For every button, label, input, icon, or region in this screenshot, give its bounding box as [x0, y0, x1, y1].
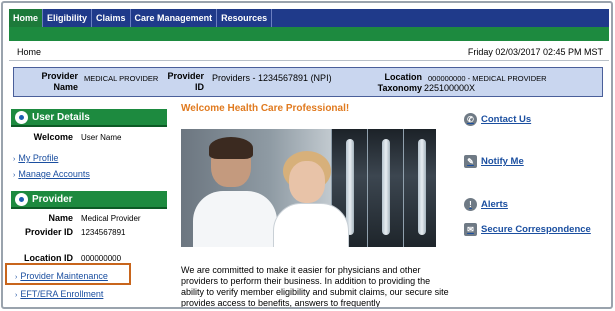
nav-care-management[interactable]: Care Management	[131, 9, 218, 27]
provider-title: Provider	[32, 193, 73, 205]
secure-correspondence-label: Secure Correspondence	[481, 224, 591, 235]
provider-id-label: Provider ID	[167, 71, 204, 92]
manage-accounts-link[interactable]: › Manage Accounts	[13, 169, 90, 179]
alerts-label: Alerts	[481, 199, 508, 210]
date-time: Friday 02/03/2017 02:45 PM MST	[467, 46, 603, 57]
provider-name-value: MEDICAL PROVIDER	[84, 74, 159, 83]
provider-icon	[15, 192, 28, 206]
user-details-title: User Details	[32, 111, 90, 123]
location-id-value: 000000000	[81, 254, 122, 263]
manage-accounts-label: Manage Accounts	[18, 169, 90, 179]
nav-resources[interactable]: Resources	[217, 9, 273, 27]
provider-info-bar: Provider Name MEDICAL PROVIDER Provider …	[13, 67, 603, 97]
provider-id-value-side: 1234567891	[81, 228, 126, 237]
location-value: 000000000 - MEDICAL PROVIDER	[428, 74, 547, 83]
location-label: Location	[384, 72, 423, 82]
breadcrumb: Home	[17, 46, 42, 57]
app-frame: Home Eligibility Claims Care Management …	[1, 1, 613, 309]
welcome-title: Welcome Health Care Professional!	[181, 103, 350, 114]
my-profile-label: My Profile	[18, 153, 59, 163]
my-profile-link[interactable]: › My Profile	[13, 153, 58, 163]
nav-home[interactable]: Home	[9, 9, 44, 27]
provider-name-label-side: Name	[48, 213, 73, 223]
contact-us-link[interactable]: ✆ Contact Us	[464, 113, 531, 126]
welcome-label: Welcome	[33, 132, 73, 142]
arrow-right-icon: ›	[13, 156, 16, 163]
provider-name-value-side: Medical Provider	[81, 214, 141, 223]
arrow-right-icon: ›	[13, 172, 16, 179]
location-id-label: Location ID	[24, 253, 73, 263]
provider-id-label-side: Provider ID	[24, 227, 73, 237]
hero-photo	[181, 129, 436, 247]
provider-id-value: Providers - 1234567891 (NPI)	[212, 73, 332, 83]
intro-paragraph: We are committed to make it easier for p…	[181, 265, 449, 308]
mail-icon: ✉	[464, 223, 477, 236]
contact-us-label: Contact Us	[481, 114, 532, 125]
doctor-figure	[269, 151, 349, 247]
user-icon	[15, 110, 28, 124]
top-nav: Home Eligibility Claims Care Management …	[9, 9, 609, 27]
secure-correspondence-link[interactable]: ✉ Secure Correspondence	[464, 223, 591, 236]
highlight-box	[5, 263, 131, 285]
taxonomy-label: Taxonomy	[377, 83, 422, 93]
nav-subbar	[9, 27, 609, 41]
provider-name-label: Provider Name	[41, 71, 78, 92]
eft-era-enrollment-link[interactable]: › EFT/ERA Enrollment	[15, 289, 103, 299]
xray-film	[403, 129, 436, 247]
provider-header: Provider	[11, 191, 167, 209]
notify-me-link[interactable]: ✎ Notify Me	[464, 155, 524, 168]
xray-film	[367, 129, 403, 247]
alert-icon: !	[464, 198, 477, 211]
arrow-right-icon: ›	[15, 292, 18, 299]
home-bar: Home Friday 02/03/2017 02:45 PM MST	[9, 43, 609, 61]
nav-eligibility[interactable]: Eligibility	[43, 9, 93, 27]
taxonomy-value: 225100000X	[424, 83, 476, 93]
nav-claims[interactable]: Claims	[92, 9, 131, 27]
alerts-link[interactable]: ! Alerts	[464, 198, 508, 211]
user-details-header: User Details	[11, 109, 167, 127]
welcome-user-name: User Name	[81, 133, 122, 142]
notify-me-label: Notify Me	[481, 156, 524, 167]
phone-icon: ✆	[464, 113, 477, 126]
eft-era-enrollment-label: EFT/ERA Enrollment	[20, 289, 104, 299]
doctor-figure	[193, 137, 277, 247]
notify-icon: ✎	[464, 155, 477, 168]
